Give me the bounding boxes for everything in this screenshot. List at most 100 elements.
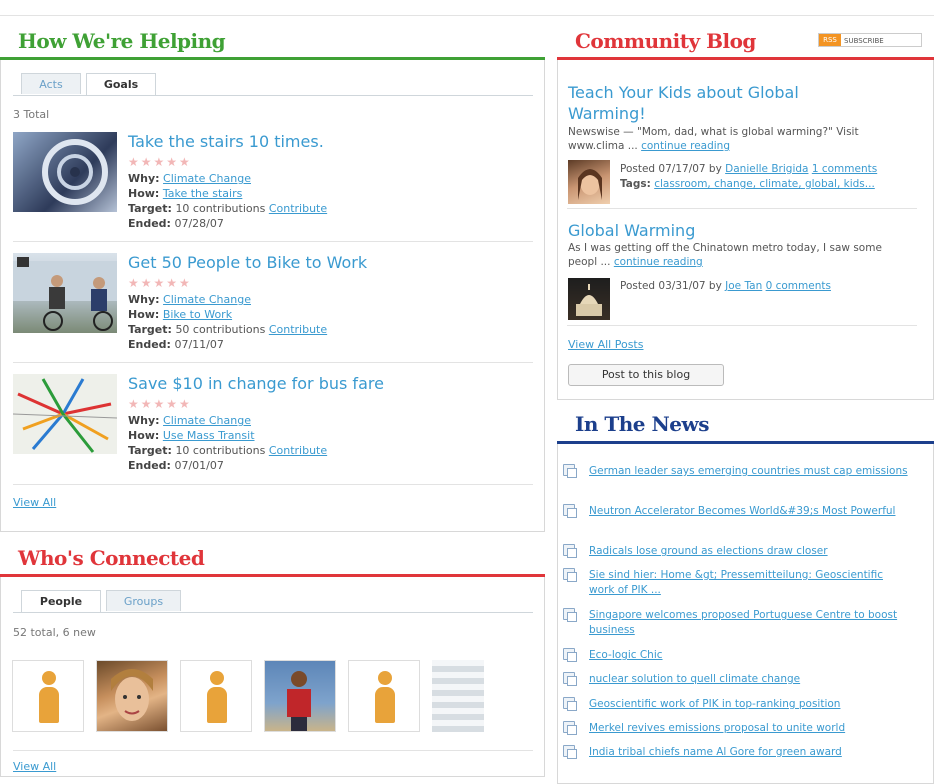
why-link[interactable]: Climate Change	[163, 293, 251, 306]
tab-acts[interactable]: Acts	[21, 73, 81, 94]
how-link[interactable]: Take the stairs	[163, 187, 243, 200]
news-heading: In The News	[575, 412, 709, 436]
goal-separator	[13, 241, 533, 242]
author-photo-icon	[578, 169, 602, 200]
person-avatar[interactable]	[12, 660, 84, 732]
cyclists-icon	[13, 257, 117, 331]
why-label: Why:	[128, 172, 160, 185]
person-silhouette-icon	[207, 671, 227, 723]
target-value: 10 contributions	[175, 202, 266, 215]
why-link[interactable]: Climate Change	[163, 414, 251, 427]
goal-why: Why: Climate Change	[128, 293, 251, 306]
contribute-link[interactable]: Contribute	[269, 444, 327, 457]
news-article-icon	[563, 504, 577, 518]
goal-target: Target: 10 contributions Contribute	[128, 444, 327, 457]
news-article-icon	[563, 672, 577, 686]
news-link[interactable]: Singapore welcomes proposed Portuguese C…	[589, 608, 909, 638]
goal-item: Save $10 in change for bus fare ★★★★★ Wh…	[12, 374, 533, 474]
target-label: Target:	[128, 444, 172, 457]
goals-view-all-link[interactable]: View All	[13, 496, 56, 509]
person-avatar[interactable]	[432, 660, 484, 732]
person-avatar[interactable]	[348, 660, 420, 732]
stairs-icon	[42, 139, 108, 205]
news-link[interactable]: Merkel revives emissions proposal to uni…	[589, 721, 909, 736]
goal-why: Why: Climate Change	[128, 172, 251, 185]
rss-subscribe-button[interactable]: RSS SUBSCRIBE	[818, 33, 922, 47]
blog-post-excerpt: Newswise — "Mom, dad, what is global war…	[568, 125, 913, 153]
ended-value: 07/28/07	[174, 217, 224, 230]
helping-tabs-divider	[13, 95, 533, 96]
view-all-posts-link[interactable]: View All Posts	[568, 338, 643, 351]
comments-link[interactable]: 0 comments	[766, 280, 831, 292]
blog-post-tags: Tags: classroom, change, climate, global…	[620, 177, 920, 191]
ended-label: Ended:	[128, 338, 171, 351]
person-avatar[interactable]	[96, 660, 168, 732]
blog-author-avatar[interactable]	[568, 278, 610, 320]
news-link[interactable]: nuclear solution to quell climate change	[589, 672, 909, 687]
how-label: How:	[128, 308, 160, 321]
why-label: Why:	[128, 293, 160, 306]
news-link[interactable]: Neutron Accelerator Becomes World&#39;s …	[589, 504, 909, 519]
blog-post-title[interactable]: Teach Your Kids about Global Warming!	[568, 82, 868, 124]
goal-target: Target: 50 contributions Contribute	[128, 323, 327, 336]
how-link[interactable]: Use Mass Transit	[163, 429, 255, 442]
tags-links[interactable]: classroom, change, climate, global, kids…	[654, 178, 875, 190]
news-link[interactable]: German leader says emerging countries mu…	[589, 464, 909, 479]
author-link[interactable]: Joe Tan	[725, 280, 762, 292]
goal-title[interactable]: Save $10 in change for bus fare	[128, 374, 384, 393]
top-divider	[0, 15, 934, 16]
people-summary: 52 total, 6 new	[13, 626, 96, 639]
goal-why: Why: Climate Change	[128, 414, 251, 427]
target-label: Target:	[128, 323, 172, 336]
ended-value: 07/11/07	[174, 338, 224, 351]
news-article-icon	[563, 464, 577, 478]
author-link[interactable]: Danielle Brigida	[725, 163, 808, 175]
goal-title[interactable]: Take the stairs 10 times.	[128, 132, 324, 151]
why-label: Why:	[128, 414, 160, 427]
goal-image-transit-map[interactable]	[12, 374, 118, 454]
goal-image-stairs[interactable]	[13, 132, 117, 212]
why-link[interactable]: Climate Change	[163, 172, 251, 185]
goal-title[interactable]: Get 50 People to Bike to Work	[128, 253, 367, 272]
goals-total: 3 Total	[13, 108, 50, 121]
tab-groups[interactable]: Groups	[106, 590, 181, 611]
tab-goals[interactable]: Goals	[86, 73, 156, 95]
person-avatar[interactable]	[180, 660, 252, 732]
people-view-all-link[interactable]: View All	[13, 760, 56, 773]
news-link[interactable]: Eco-logic Chic	[589, 648, 909, 663]
person-photo-icon	[287, 671, 311, 731]
goal-separator	[13, 484, 533, 485]
rating-stars[interactable]: ★★★★★	[128, 397, 192, 411]
blog-separator	[567, 325, 917, 326]
continue-reading-link[interactable]: continue reading	[641, 140, 730, 152]
ended-value: 07/01/07	[174, 459, 224, 472]
goal-image-bike[interactable]	[13, 253, 117, 333]
news-article-icon	[563, 697, 577, 711]
post-to-blog-button[interactable]: Post to this blog	[568, 364, 724, 386]
news-link[interactable]: Geoscientific work of PIK in top-ranking…	[589, 697, 909, 712]
how-label: How:	[128, 429, 160, 442]
continue-reading-link[interactable]: continue reading	[614, 256, 703, 268]
person-silhouette-icon	[39, 671, 59, 723]
helping-tabs: Acts Goals	[21, 73, 521, 95]
connected-tabs-divider	[13, 612, 533, 613]
connected-tabs: People Groups	[21, 590, 521, 612]
news-link[interactable]: Sie sind hier: Home &gt; Pressemitteilun…	[589, 568, 909, 598]
how-link[interactable]: Bike to Work	[163, 308, 232, 321]
news-article-icon	[563, 568, 577, 582]
tab-people[interactable]: People	[21, 590, 101, 612]
contribute-link[interactable]: Contribute	[269, 323, 327, 336]
rating-stars[interactable]: ★★★★★	[128, 155, 192, 169]
person-avatar[interactable]	[264, 660, 336, 732]
comments-link[interactable]: 1 comments	[812, 163, 877, 175]
rating-stars[interactable]: ★★★★★	[128, 276, 192, 290]
blog-author-avatar[interactable]	[568, 160, 610, 204]
news-link[interactable]: Radicals lose ground as elections draw c…	[589, 544, 909, 559]
goal-ended: Ended: 07/28/07	[128, 217, 224, 230]
contribute-link[interactable]: Contribute	[269, 202, 327, 215]
blog-post-title[interactable]: Global Warming	[568, 220, 868, 241]
ended-label: Ended:	[128, 217, 171, 230]
target-label: Target:	[128, 202, 172, 215]
news-link[interactable]: India tribal chiefs name Al Gore for gre…	[589, 745, 909, 760]
news-article-icon	[563, 721, 577, 735]
